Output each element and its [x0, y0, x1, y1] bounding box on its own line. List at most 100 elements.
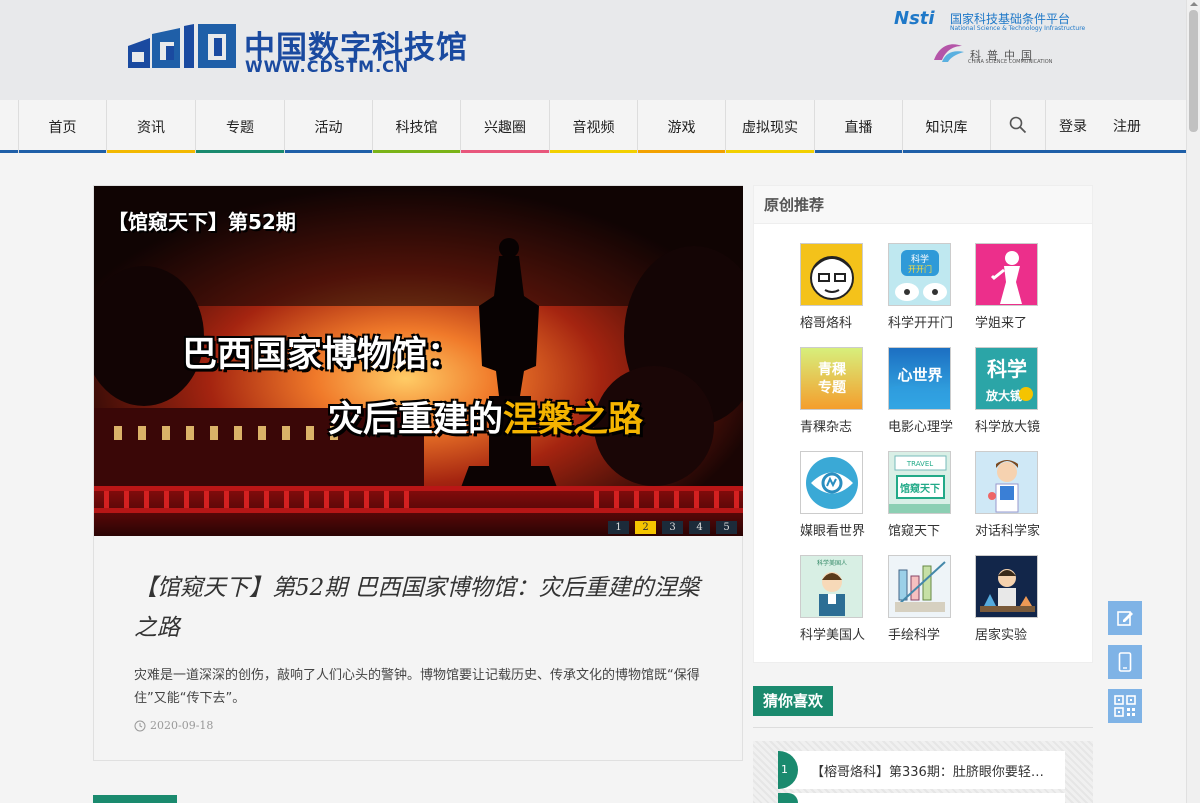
- main-nav: 首页 资讯 专题 活动 科技馆 兴趣圈 音视频 游戏 虚拟现实 直播 知识库: [0, 100, 1186, 153]
- nav-label: 兴趣圈: [484, 119, 526, 136]
- slide-dot-active[interactable]: 2: [635, 521, 656, 534]
- column-label[interactable]: 青稞杂志: [800, 416, 852, 435]
- column-item[interactable]: 手绘科学: [888, 555, 968, 645]
- column-label[interactable]: 科学放大镜: [975, 416, 1040, 435]
- register-link[interactable]: 注册: [1113, 116, 1141, 136]
- experiment-icon[interactable]: [975, 555, 1038, 618]
- column-label[interactable]: 科学美国人: [800, 624, 865, 643]
- column-item[interactable]: 科学美国人 科学美国人: [800, 555, 880, 645]
- nav-item-events[interactable]: 活动: [284, 100, 372, 153]
- column-item[interactable]: 居家实验: [975, 555, 1055, 645]
- nav-item-games[interactable]: 游戏: [637, 100, 725, 153]
- scroll-up-arrow-icon[interactable]: [1190, 2, 1198, 6]
- article-date: 2020-09-18: [134, 719, 213, 732]
- column-label[interactable]: 居家实验: [975, 624, 1027, 643]
- nav-label: 专题: [226, 119, 254, 136]
- qr-code-icon: [1114, 695, 1136, 717]
- featured-banner-image[interactable]: 【馆窥天下】第52期 巴西国家博物馆： 灾后重建的涅槃之路 1 2 3 4 5: [94, 186, 743, 536]
- column-label[interactable]: 科学开开门: [888, 312, 953, 331]
- column-item[interactable]: 榕哥烙科: [800, 243, 880, 333]
- nav-color-bar: [815, 150, 902, 153]
- kepu-swirl-icon: [934, 44, 964, 62]
- column-label[interactable]: 电影心理学: [888, 416, 953, 435]
- eye-icon[interactable]: [800, 451, 863, 514]
- column-label[interactable]: 手绘科学: [888, 624, 940, 643]
- nav-item-museum[interactable]: 科技馆: [372, 100, 460, 153]
- nav-label: 虚拟现实: [742, 119, 798, 136]
- guess-item-title[interactable]: 【榕哥烙科】第336期：肚脐眼你要轻…: [811, 761, 1061, 780]
- banner-title-line2-a: 灾后重建的: [328, 400, 504, 440]
- hand-drawn-icon[interactable]: [888, 555, 951, 618]
- museum-icon[interactable]: TRAVEL 馆窥天下: [888, 451, 951, 514]
- nav-search-button[interactable]: [990, 100, 1046, 150]
- next-section-tag: [93, 795, 177, 803]
- nav-label: 音视频: [572, 119, 615, 136]
- magazine-icon[interactable]: 青稞 专题: [800, 347, 863, 410]
- scientist-icon[interactable]: [975, 451, 1038, 514]
- nav-item-media[interactable]: 音视频: [549, 100, 637, 153]
- cartoon-face-icon[interactable]: [800, 243, 863, 306]
- nav-color-bar: [550, 150, 637, 153]
- site-header: 中国数字科技馆 WWW.CDSTM.CN Nsti 国家科技基础条件平台 Nat…: [0, 0, 1186, 100]
- nav-item-news[interactable]: 资讯: [106, 100, 195, 153]
- scrollbar-thumb[interactable]: [1189, 10, 1198, 132]
- edit-icon: [1117, 611, 1133, 626]
- science-door-icon[interactable]: 科学 开开门: [888, 243, 951, 306]
- column-item[interactable]: 青稞 专题 青稞杂志: [800, 347, 880, 437]
- column-item[interactable]: 心世界 电影心理学: [888, 347, 968, 437]
- column-label[interactable]: 榕哥烙科: [800, 312, 852, 331]
- column-label[interactable]: 学姐来了: [975, 312, 1027, 331]
- nav-item-knowledge[interactable]: 知识库: [902, 100, 990, 153]
- column-item[interactable]: 科学 开开门 科学开开门: [888, 243, 968, 333]
- nav-label: 知识库: [925, 119, 968, 136]
- search-icon: [1009, 116, 1027, 134]
- logo-url[interactable]: WWW.CDSTM.CN: [245, 57, 409, 76]
- svg-text:心世界: 心世界: [897, 366, 942, 384]
- panel-title: 原创推荐: [754, 186, 1092, 224]
- nav-item-home[interactable]: 首页: [18, 100, 106, 153]
- qr-code-button[interactable]: [1108, 689, 1142, 723]
- magnifier-icon[interactable]: 科学 放大镜: [975, 347, 1038, 410]
- login-link[interactable]: 登录: [1059, 116, 1087, 136]
- nav-item-interest[interactable]: 兴趣圈: [460, 100, 549, 153]
- robot-icon[interactable]: 科学美国人: [800, 555, 863, 618]
- guess-list-item[interactable]: [778, 793, 1065, 803]
- column-item[interactable]: 科学 放大镜 科学放大镜: [975, 347, 1055, 437]
- feedback-button[interactable]: [1108, 601, 1142, 635]
- nav-color-bar: [285, 150, 372, 153]
- svg-text:TRAVEL: TRAVEL: [906, 460, 933, 468]
- column-item[interactable]: 对话科学家: [975, 451, 1055, 541]
- partner-kepu-logo[interactable]: 科普中国 CHINA SCIENCE COMMUNICATION: [932, 40, 1082, 66]
- nav-item-topics[interactable]: 专题: [195, 100, 284, 153]
- guess-rank: [778, 793, 798, 803]
- column-item[interactable]: 学姐来了: [975, 243, 1055, 333]
- slide-dot[interactable]: 3: [662, 521, 683, 534]
- woman-silhouette-icon[interactable]: [975, 243, 1038, 306]
- column-label[interactable]: 对话科学家: [975, 520, 1040, 539]
- logo-mark-icon[interactable]: [128, 24, 238, 70]
- svg-text:青稞: 青稞: [818, 361, 847, 378]
- column-label[interactable]: 馆窥天下: [888, 520, 940, 539]
- article-date-text: 2020-09-18: [150, 719, 214, 732]
- nav-color-bar: [373, 150, 460, 153]
- slide-dot[interactable]: 5: [716, 521, 737, 534]
- column-item[interactable]: 媒眼看世界: [800, 451, 880, 541]
- column-item[interactable]: TRAVEL 馆窥天下 馆窥天下: [888, 451, 968, 541]
- nav-item-live[interactable]: 直播: [814, 100, 902, 153]
- heart-world-icon[interactable]: 心世界: [888, 347, 951, 410]
- slide-dot[interactable]: 4: [689, 521, 710, 534]
- guess-list-item[interactable]: 1 【榕哥烙科】第336期：肚脐眼你要轻…: [778, 751, 1065, 789]
- svg-text:科学: 科学: [911, 253, 929, 265]
- banner-issue-tag: 【馆窥天下】第52期: [108, 210, 296, 234]
- nav-color-bar: [196, 150, 284, 153]
- guess-divider: [753, 727, 1093, 728]
- mobile-button[interactable]: [1108, 645, 1142, 679]
- featured-article-card[interactable]: 【馆窥天下】第52期 巴西国家博物馆： 灾后重建的涅槃之路 1 2 3 4 5 …: [93, 185, 743, 761]
- column-label[interactable]: 媒眼看世界: [800, 520, 865, 539]
- slide-dot[interactable]: 1: [608, 521, 629, 534]
- page-scrollbar[interactable]: [1186, 0, 1200, 803]
- partner-nsti-logo[interactable]: Nsti 国家科技基础条件平台 National Science & Techn…: [894, 8, 1104, 36]
- article-title[interactable]: 【馆窥天下】第52期 巴西国家博物馆：灾后重建的涅槃之路: [134, 568, 714, 648]
- banner-title-highlight: 涅槃之路: [503, 400, 644, 440]
- nav-item-vr[interactable]: 虚拟现实: [725, 100, 814, 153]
